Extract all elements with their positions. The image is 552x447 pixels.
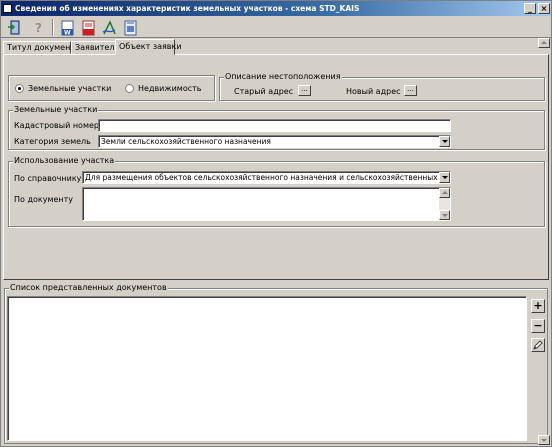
usage-document-scrollbar[interactable] xyxy=(439,188,450,220)
land-plots-group-title: Земельные участки xyxy=(13,105,99,115)
land-category-dropdown-icon[interactable] xyxy=(439,136,450,147)
cadastral-number-label: Кадастровый номер xyxy=(14,121,99,130)
location-group-title: Описание нестоположения xyxy=(224,72,342,82)
new-address-button[interactable]: ... xyxy=(404,85,417,96)
main-scrollbar[interactable] xyxy=(538,38,550,445)
usage-group: Использование участка По справочнику Для… xyxy=(8,156,545,227)
app-icon xyxy=(3,4,12,13)
word-icon[interactable]: W xyxy=(58,19,76,36)
documents-group: Список представленных документов + − xyxy=(4,283,548,444)
sign-icon[interactable] xyxy=(100,19,118,36)
print-preview-icon[interactable] xyxy=(121,19,139,36)
land-category-value: Земли сельскохозяйственного назначения xyxy=(101,137,271,146)
pdf-icon[interactable] xyxy=(79,19,97,36)
old-address-label: Старый адрес xyxy=(234,87,294,96)
tab-applicant[interactable]: Заявитель xyxy=(71,41,119,54)
radio-real-estate-dot xyxy=(125,84,134,93)
cadastral-number-input[interactable] xyxy=(98,119,451,132)
help-icon[interactable]: ? xyxy=(29,19,47,36)
radio-real-estate-label: Недвижимость xyxy=(138,84,202,93)
usage-document-label: По документу xyxy=(14,195,74,204)
documents-group-title: Список представленных документов xyxy=(9,283,168,293)
tab-panel-request-object: Земельные участки Недвижимость Описание … xyxy=(3,54,549,280)
toolbar: ? W xyxy=(1,16,551,38)
title-bar[interactable]: Сведения об изменениях характеристик зем… xyxy=(1,1,551,16)
object-type-group: Земельные участки Недвижимость xyxy=(8,75,215,101)
toolbar-separator xyxy=(52,19,54,36)
tab-request-object[interactable]: Объект заявки xyxy=(115,39,182,55)
new-address-label: Новый адрес xyxy=(346,87,401,96)
old-address-button[interactable]: ... xyxy=(298,85,311,96)
scroll-down-icon[interactable] xyxy=(439,210,450,220)
radio-land-plots-dot xyxy=(15,84,24,93)
usage-reference-label: По справочнику xyxy=(14,174,82,183)
usage-reference-value: Для размещения объектов сельскохозяйстве… xyxy=(85,173,451,182)
radio-real-estate[interactable]: Недвижимость xyxy=(125,84,202,93)
exit-icon[interactable] xyxy=(5,19,23,36)
svg-text:W: W xyxy=(64,29,71,36)
radio-land-plots[interactable]: Земельные участки xyxy=(15,84,111,93)
land-plots-group: Земельные участки Кадастровый номер Кате… xyxy=(8,105,545,150)
documents-list[interactable] xyxy=(7,296,527,441)
scroll-up-icon[interactable] xyxy=(439,188,450,198)
usage-reference-select[interactable]: Для размещения объектов сельскохозяйстве… xyxy=(82,171,451,184)
tab-title-document[interactable]: Титул документа xyxy=(3,41,80,54)
usage-document-textarea[interactable] xyxy=(82,187,451,221)
location-group: Описание нестоположения Старый адрес ...… xyxy=(219,72,545,101)
minimize-button[interactable]: _ xyxy=(524,3,536,14)
land-category-select[interactable]: Земли сельскохозяйственного назначения xyxy=(98,135,451,148)
close-button[interactable]: × xyxy=(538,3,550,14)
main-scroll-up-icon[interactable] xyxy=(538,38,550,48)
main-scroll-down-icon[interactable] xyxy=(538,435,550,445)
usage-group-title: Использование участка xyxy=(13,156,116,166)
radio-land-plots-label: Земельные участки xyxy=(28,84,112,93)
svg-text:?: ? xyxy=(35,21,42,35)
land-category-label: Категория земель xyxy=(14,137,91,146)
usage-reference-dropdown-icon[interactable] xyxy=(439,172,450,183)
window-title: Сведения об изменениях характеристик зем… xyxy=(15,4,360,13)
main-window: Сведения об изменениях характеристик зем… xyxy=(0,0,552,447)
